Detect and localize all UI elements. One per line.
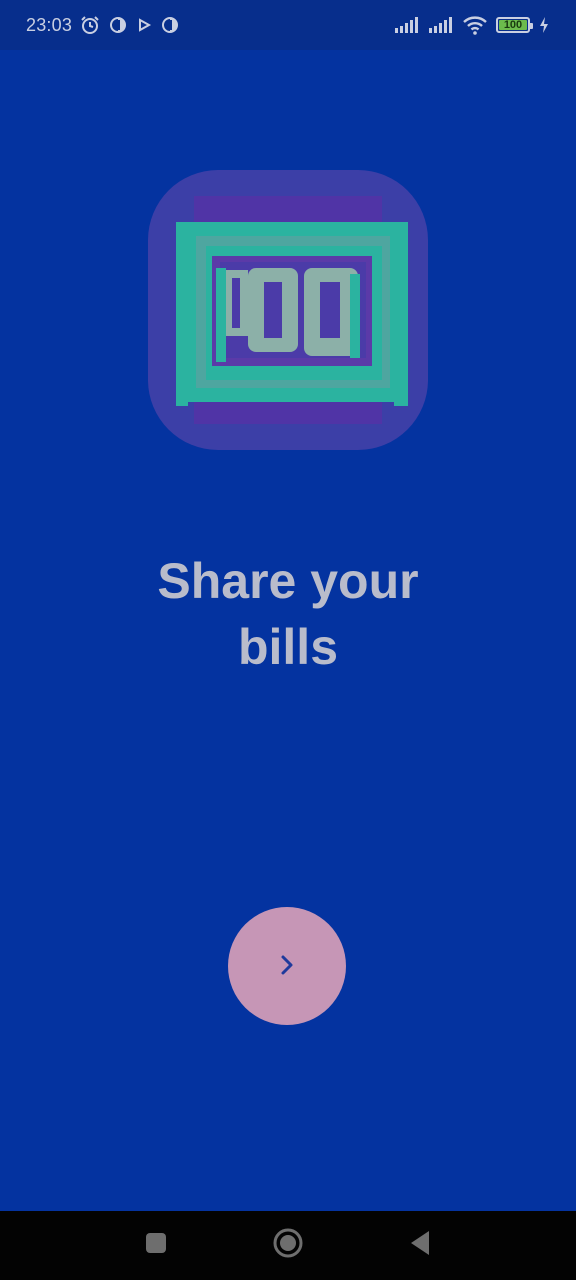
signal-icon	[428, 16, 454, 34]
home-icon	[272, 1227, 304, 1264]
status-left: 23:03	[26, 15, 180, 36]
recents-button[interactable]	[116, 1211, 196, 1280]
signal-icon	[394, 16, 420, 34]
status-right: 100	[394, 15, 550, 35]
battery-level: 100	[503, 19, 523, 31]
app-notification-icon	[108, 15, 128, 35]
app-notification-icon	[160, 15, 180, 35]
recents-icon	[144, 1231, 168, 1260]
next-button[interactable]	[228, 907, 346, 1025]
navigation-bar	[0, 1211, 576, 1280]
back-button[interactable]	[380, 1211, 460, 1280]
chevron-right-icon	[275, 953, 299, 980]
onboarding-screen: 23:03 100 Share your bills	[0, 0, 576, 1280]
home-button[interactable]	[248, 1211, 328, 1280]
battery-icon: 100	[496, 17, 533, 33]
play-icon	[136, 17, 152, 33]
wifi-icon	[462, 15, 488, 35]
alarm-icon	[80, 15, 100, 35]
onboarding-title: Share your bills	[157, 553, 419, 675]
status-bar: 23:03 100	[0, 0, 576, 50]
back-icon	[407, 1229, 433, 1262]
status-time: 23:03	[26, 14, 73, 35]
bill-100-icon	[148, 170, 428, 450]
charging-icon	[538, 16, 550, 34]
